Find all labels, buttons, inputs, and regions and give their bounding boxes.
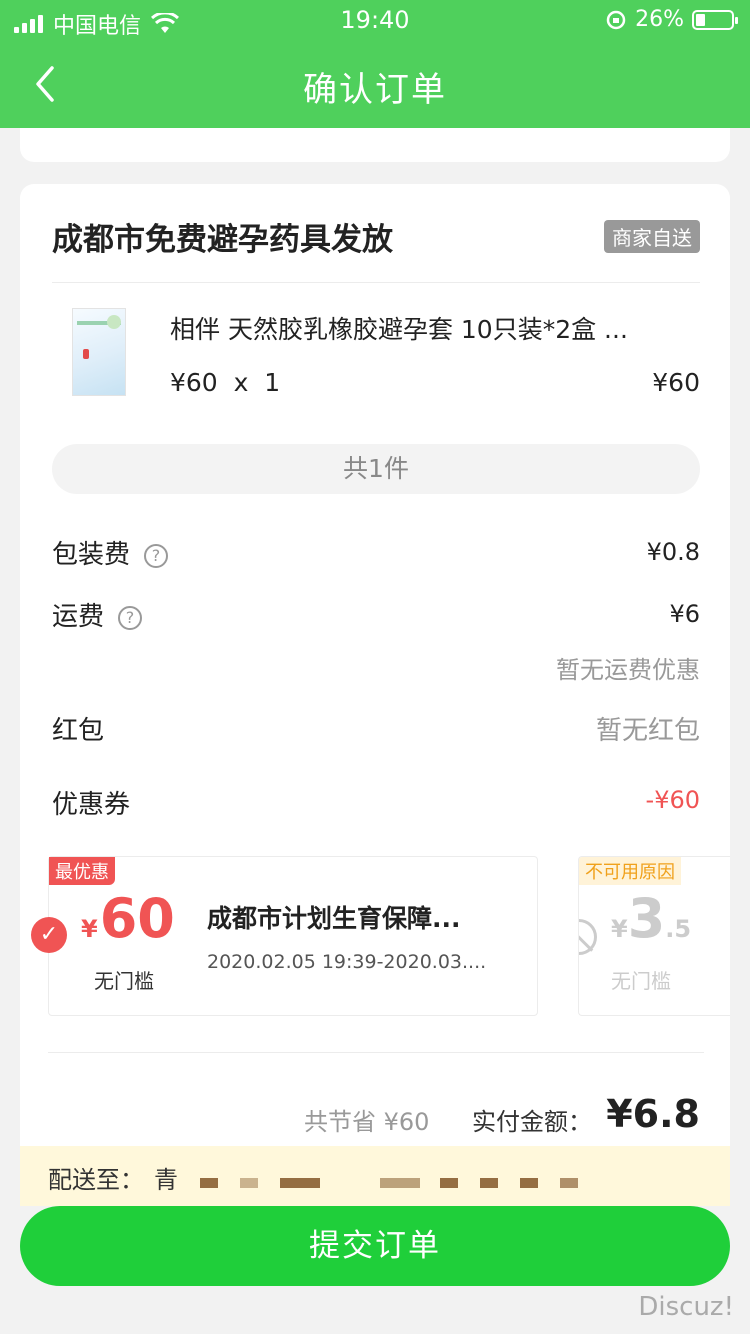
shipping-discount-note: 暂无运费优惠 [556, 656, 700, 684]
pay-amount-value: ¥6.8 [606, 1092, 700, 1136]
product-name[interactable]: 相伴 天然胶乳橡胶避孕套 10只装*2盒 ... [170, 310, 690, 346]
unavailable-reason-badge[interactable]: 不可用原因 [579, 857, 681, 885]
coupon-threshold: 无门槛 [611, 969, 671, 993]
watermark-logo: Discuz! [638, 1292, 734, 1322]
pay-amount-label: 实付金额： [472, 1108, 592, 1136]
redacted-text [240, 1178, 258, 1188]
redacted-text [200, 1178, 218, 1188]
total-saved: 共节省 ¥60 [304, 1108, 430, 1136]
redacted-text [440, 1178, 458, 1188]
redacted-text [480, 1178, 498, 1188]
delivery-address-value: 青 [154, 1166, 178, 1194]
redacted-text [280, 1178, 320, 1188]
delivery-address-label: 配送至： [48, 1166, 144, 1194]
battery-percent: 26% [635, 7, 684, 32]
coupon-threshold: 无门槛 [94, 969, 154, 993]
coupon-card-selected[interactable]: 最优惠 ✓ ¥60 无门槛 成都市计划生育保障... 2020.02.05 19… [31, 856, 538, 1016]
battery-icon [692, 9, 738, 30]
coupon-amount: ¥60 [81, 887, 175, 950]
packaging-fee-row: 包装费? [52, 534, 169, 571]
shop-name: 成都市免费避孕药具发放 [52, 222, 393, 258]
packaging-fee-value: ¥0.8 [646, 538, 700, 566]
shipping-fee-value: ¥6 [669, 600, 700, 628]
product-total: ¥60 [652, 368, 700, 397]
divider [48, 1052, 704, 1053]
rotation-lock-icon [606, 10, 626, 29]
divider [52, 282, 700, 283]
red-packet-value[interactable]: 暂无红包 [596, 710, 700, 747]
status-bar: 中国电信 19:40 26% [0, 0, 750, 40]
product-unit-price: ¥60 x 1 [170, 368, 281, 397]
coupon-amount: ¥3.5 [611, 887, 692, 950]
redacted-text [520, 1178, 538, 1188]
coupon-label: 优惠券 [52, 790, 131, 820]
nav-bar: 确认订单 [0, 40, 750, 128]
coupon-card-unavailable[interactable]: 不可用原因 ¥3.5 无门槛 [578, 856, 730, 1016]
delivery-tag: 商家自送 [604, 220, 700, 253]
order-card: 成都市免费避孕药具发放 商家自送 相伴 天然胶乳橡胶避孕套 10只装*2盒 ..… [20, 184, 730, 1164]
delivery-address-bar[interactable]: 配送至： 青 [20, 1146, 730, 1206]
shipping-fee-row: 运费? [52, 596, 143, 633]
help-icon[interactable]: ? [118, 605, 143, 630]
coupon-value[interactable]: -¥60 [646, 786, 700, 814]
item-count-pill[interactable]: 共1件 [52, 444, 700, 494]
packaging-fee-label: 包装费 [52, 540, 131, 570]
redacted-text [560, 1178, 578, 1188]
red-packet-label: 红包 [52, 716, 105, 746]
status-right: 26% [605, 7, 738, 32]
product-thumbnail[interactable] [72, 308, 126, 396]
best-deal-badge: 最优惠 [49, 857, 115, 885]
unavailable-icon [579, 919, 597, 955]
coupon-period: 2020.02.05 19:39-2020.03.... [207, 951, 487, 973]
checkmark-icon: ✓ [31, 917, 67, 953]
shipping-fee-label: 运费 [52, 602, 105, 632]
help-icon[interactable]: ? [144, 543, 169, 568]
coupon-name: 成都市计划生育保障... [207, 904, 461, 933]
redacted-text [380, 1178, 420, 1188]
payment-summary: 共节省 ¥60 实付金额： ¥6.8 [20, 1092, 730, 1142]
submit-order-button[interactable]: 提交订单 [20, 1206, 730, 1286]
page-title: 确认订单 [303, 70, 447, 110]
